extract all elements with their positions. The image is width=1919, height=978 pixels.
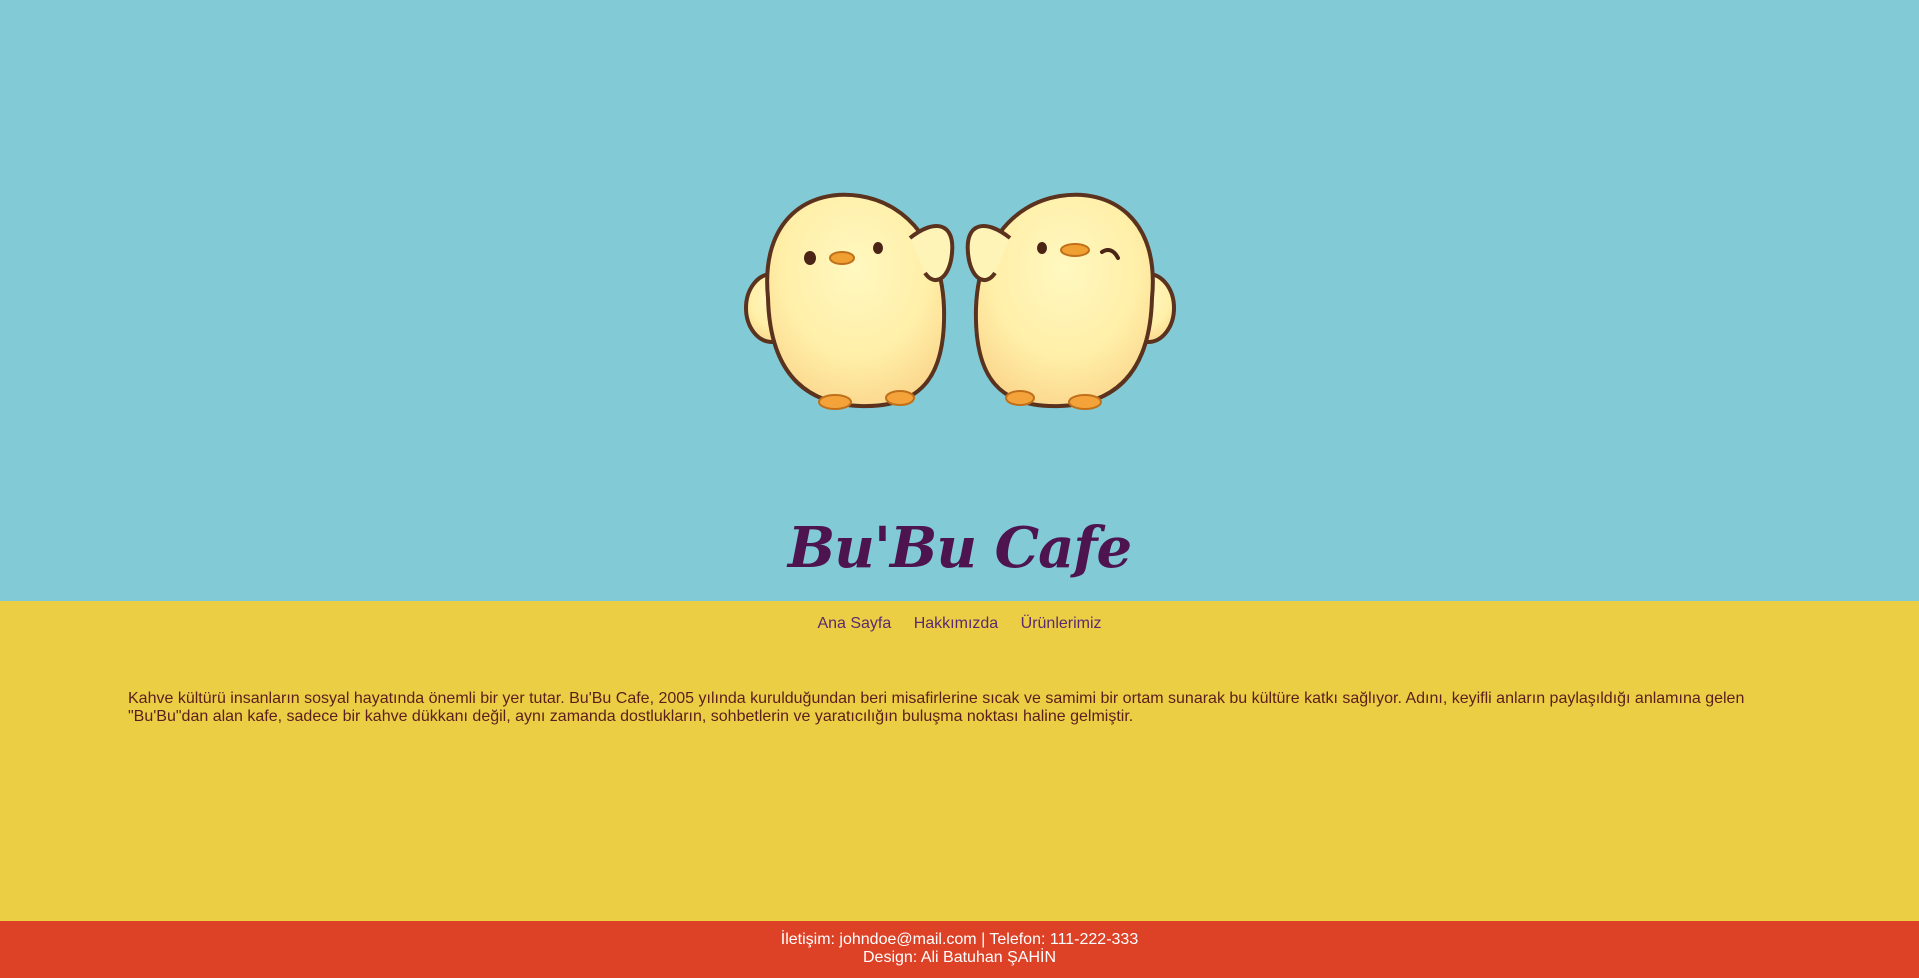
- main-content: Ana Sayfa Hakkımızda Ürünlerimiz Kahve k…: [0, 601, 1919, 921]
- hero-header: Bu'Bu Cafe: [0, 0, 1919, 601]
- site-title: Bu'Bu Cafe: [787, 515, 1132, 581]
- intro-paragraph: Kahve kültürü insanların sosyal hayatınd…: [128, 690, 1745, 725]
- nav-link-about[interactable]: Hakkımızda: [914, 615, 998, 632]
- nav-link-home[interactable]: Ana Sayfa: [817, 615, 891, 632]
- footer-design-credit: Design: Ali Batuhan ŞAHİN: [863, 949, 1056, 966]
- left-chick: [744, 192, 955, 410]
- page: Bu'Bu Cafe Ana Sayfa Hakkımızda Ürünleri…: [0, 0, 1919, 978]
- two-chicks-logo: [744, 192, 1176, 410]
- nav-link-products[interactable]: Ürünlerimiz: [1021, 615, 1102, 632]
- footer: İletişim: johndoe@mail.com | Telefon: 11…: [0, 921, 1919, 978]
- main-nav: Ana Sayfa Hakkımızda Ürünlerimiz: [0, 615, 1919, 633]
- footer-contact: İletişim: johndoe@mail.com | Telefon: 11…: [780, 931, 1139, 948]
- right-chick: [965, 192, 1176, 410]
